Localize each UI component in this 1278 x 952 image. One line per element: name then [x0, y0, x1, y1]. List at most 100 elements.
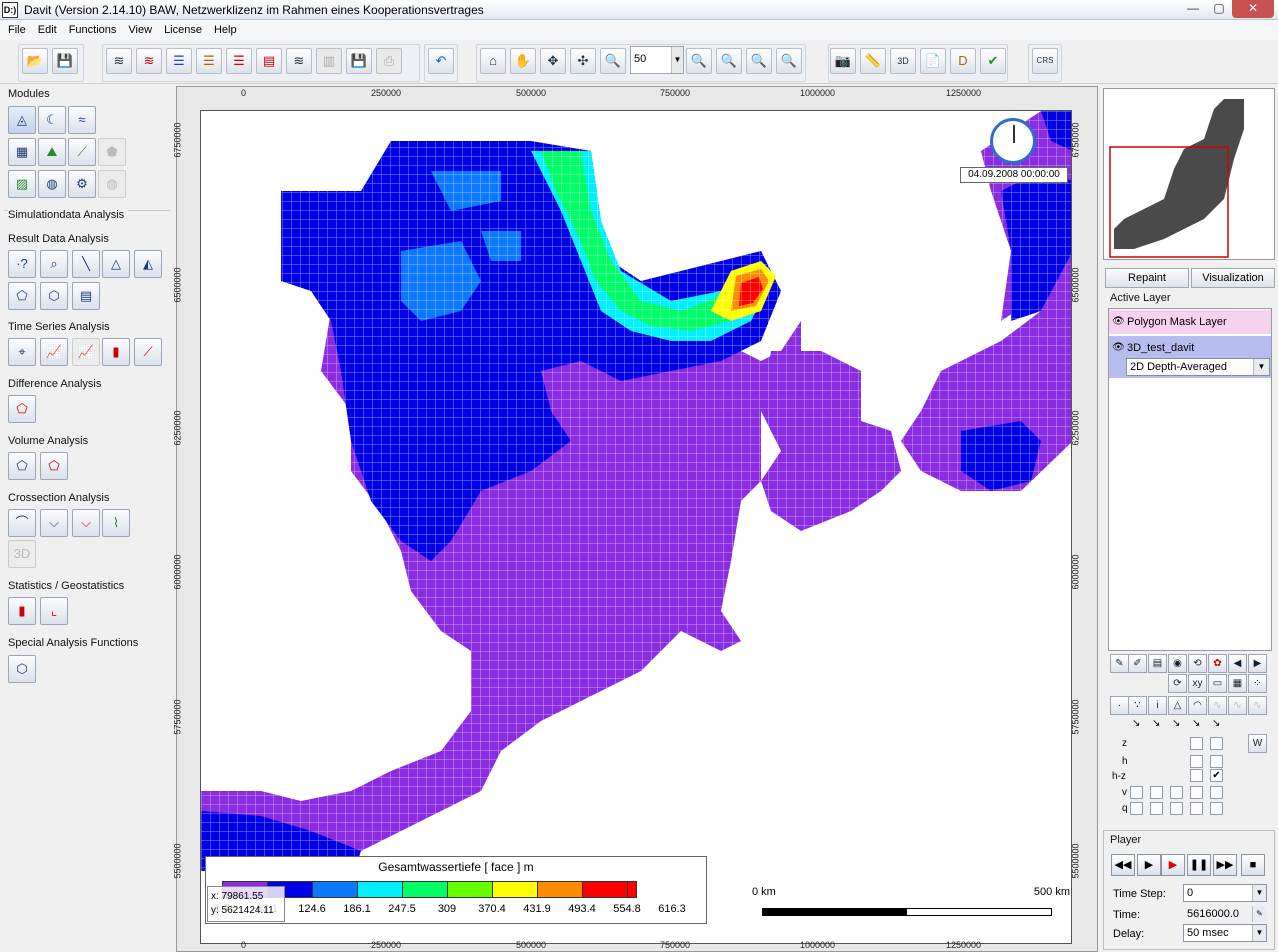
chevron-down-icon[interactable]: ▼ [1253, 359, 1269, 375]
rotate-icon[interactable]: ⟳ [1168, 674, 1187, 693]
grid-icon[interactable]: ▦ [1228, 674, 1247, 693]
record-play-icon[interactable]: ▶ [1161, 854, 1185, 876]
arrow-vector3-icon[interactable]: ↘ [1172, 718, 1180, 729]
zoom-in-icon[interactable]: 🔍 [600, 48, 626, 74]
3d-view-icon[interactable]: 3D [890, 48, 916, 74]
rewind-icon[interactable]: ◀◀ [1111, 854, 1135, 876]
curve-icon[interactable]: ∿ [1208, 696, 1227, 715]
menu-view[interactable]: View [122, 20, 158, 40]
volume-difference-icon[interactable]: ⬠ [40, 452, 68, 480]
z-checkbox-2[interactable] [1210, 737, 1223, 750]
module-profile-icon[interactable]: ⟋ [68, 138, 96, 166]
save-icon[interactable]: 💾 [52, 48, 78, 74]
refresh-icon[interactable]: ⟲ [1188, 654, 1207, 673]
contour-icon[interactable]: ◠ [1188, 696, 1207, 715]
layer-hatch-icon[interactable]: ≋ [286, 48, 312, 74]
edit-table-icon[interactable]: ▤ [1148, 654, 1167, 673]
minimize-button[interactable]: — [1180, 0, 1206, 18]
select-icon[interactable]: ⌂ [480, 48, 506, 74]
q-checkbox-2[interactable] [1150, 802, 1163, 815]
time-field[interactable]: 5616000.0 ✎ [1183, 905, 1267, 923]
h-z-checkbox[interactable] [1190, 769, 1203, 782]
box-icon[interactable]: ▭ [1208, 674, 1227, 693]
eye-icon[interactable]: 👁 [1112, 336, 1125, 360]
v-checkbox-4[interactable] [1190, 786, 1203, 799]
zoom-level-combo[interactable]: 50 ▼ [630, 46, 684, 74]
q-checkbox-3[interactable] [1170, 802, 1183, 815]
layer-open-icon[interactable]: ☰ [196, 48, 222, 74]
curve3-icon[interactable]: ∿ [1248, 696, 1267, 715]
h-z-checkbox-checked[interactable]: ✔ [1210, 769, 1223, 782]
arrow-vector4-icon[interactable]: ↘ [1192, 718, 1200, 729]
info-points-icon[interactable]: i [1148, 696, 1167, 715]
camera-icon[interactable]: 📷 [830, 48, 856, 74]
v-checkbox-5[interactable] [1210, 786, 1223, 799]
result-line-icon[interactable]: ╲ [72, 250, 100, 278]
q-checkbox-1[interactable] [1130, 802, 1143, 815]
crossection-line-icon[interactable]: ⌵ [40, 509, 68, 537]
stop-icon[interactable]: ■ [1241, 854, 1265, 876]
module-coast-icon[interactable]: ☾ [38, 106, 66, 134]
zoom-page-icon[interactable]: 🔍 [776, 48, 802, 74]
time-step-select[interactable]: 0 ▼ [1183, 884, 1267, 902]
result-point-icon[interactable]: ·? [8, 250, 36, 278]
result-zoom-icon[interactable]: ⌕ [40, 250, 68, 278]
module-terrain-add-icon[interactable]: ⛰ [38, 138, 66, 166]
maximize-button[interactable]: ▢ [1206, 0, 1232, 18]
result-polygon-icon[interactable]: ⬠ [8, 282, 36, 310]
open-folder-icon[interactable]: 📂 [22, 48, 48, 74]
pencil-icon[interactable]: ✎ [1110, 654, 1129, 673]
time-edit-icon[interactable]: ✎ [1252, 906, 1266, 922]
zoom-window-icon[interactable]: 🔍 [746, 48, 772, 74]
volume-icon[interactable]: ⬠ [8, 452, 36, 480]
eye-icon[interactable]: 👁 [1112, 310, 1125, 334]
visualization-button[interactable]: Visualization [1191, 268, 1275, 288]
zoom-out-icon[interactable]: 🔍 [686, 48, 712, 74]
timeseries-bars-icon[interactable]: ▮ [102, 338, 130, 366]
arrow-vector2-icon[interactable]: ↘ [1152, 718, 1160, 729]
layer-grid-icon[interactable]: ≋ [106, 48, 132, 74]
result-list-icon[interactable]: ▤ [72, 282, 100, 310]
v-checkbox-3[interactable] [1170, 786, 1183, 799]
repaint-button[interactable]: Repaint [1105, 268, 1189, 288]
menu-edit[interactable]: Edit [32, 20, 63, 40]
module-mesh-icon[interactable]: ◬ [8, 106, 36, 134]
module-map-icon[interactable]: ▨ [8, 170, 36, 198]
module-wave-icon[interactable]: ≈ [68, 106, 96, 134]
q-checkbox-5[interactable] [1210, 802, 1223, 815]
menu-license[interactable]: License [158, 20, 208, 40]
module-table-icon[interactable]: ▦ [8, 138, 36, 166]
wind-icon[interactable]: W [1248, 734, 1267, 753]
difference-a-b-icon[interactable]: ⬠ [8, 395, 36, 423]
special-function-icon[interactable]: ⬡ [8, 655, 36, 683]
cross-grid-icon[interactable]: ⁘ [1248, 674, 1267, 693]
view-icon[interactable]: ◉ [1168, 654, 1187, 673]
timeseries-point-icon[interactable]: ⌖ [8, 338, 36, 366]
crossection-profile-icon[interactable]: ⌒ [8, 509, 36, 537]
xy-icon[interactable]: xy [1188, 674, 1207, 693]
module-globe-settings-icon[interactable]: ⚙ [68, 170, 96, 198]
brush-icon[interactable]: ✐ [1128, 654, 1147, 673]
timeseries-graph-icon[interactable]: 📈 [40, 338, 68, 366]
arrow-vector-icon[interactable]: ↘ [1132, 718, 1140, 729]
triangle-icon[interactable]: △ [1168, 696, 1187, 715]
menu-help[interactable]: Help [208, 20, 243, 40]
h-checkbox-2[interactable] [1210, 755, 1223, 768]
layer-polygon-mask[interactable]: 👁 Polygon Mask Layer [1109, 310, 1271, 334]
menu-file[interactable]: File [2, 20, 32, 40]
play-icon[interactable]: ▶ [1137, 854, 1161, 876]
result-triangle-icon[interactable]: △ [102, 250, 130, 278]
layer-add-icon[interactable]: ☰ [226, 48, 252, 74]
crs-icon[interactable]: CRS [1032, 48, 1058, 74]
chevron-down-icon[interactable]: ▼ [1252, 885, 1266, 901]
q-checkbox-4[interactable] [1190, 802, 1203, 815]
color-icon[interactable]: ✿ [1208, 654, 1227, 673]
crossection-3d-icon[interactable]: 3D [8, 540, 36, 568]
fast-forward-icon[interactable]: ▶▶ [1213, 854, 1237, 876]
arrow-vector5-icon[interactable]: ↘ [1212, 718, 1220, 729]
result-polygon-points-icon[interactable]: ⬡ [40, 282, 68, 310]
module-globe-icon[interactable]: ◍ [38, 170, 66, 198]
pan-hand-icon[interactable]: ✋ [510, 48, 536, 74]
statistics-histogram-icon[interactable]: ▮ [8, 597, 36, 625]
module-disabled-icon[interactable]: ⬟ [98, 138, 126, 166]
